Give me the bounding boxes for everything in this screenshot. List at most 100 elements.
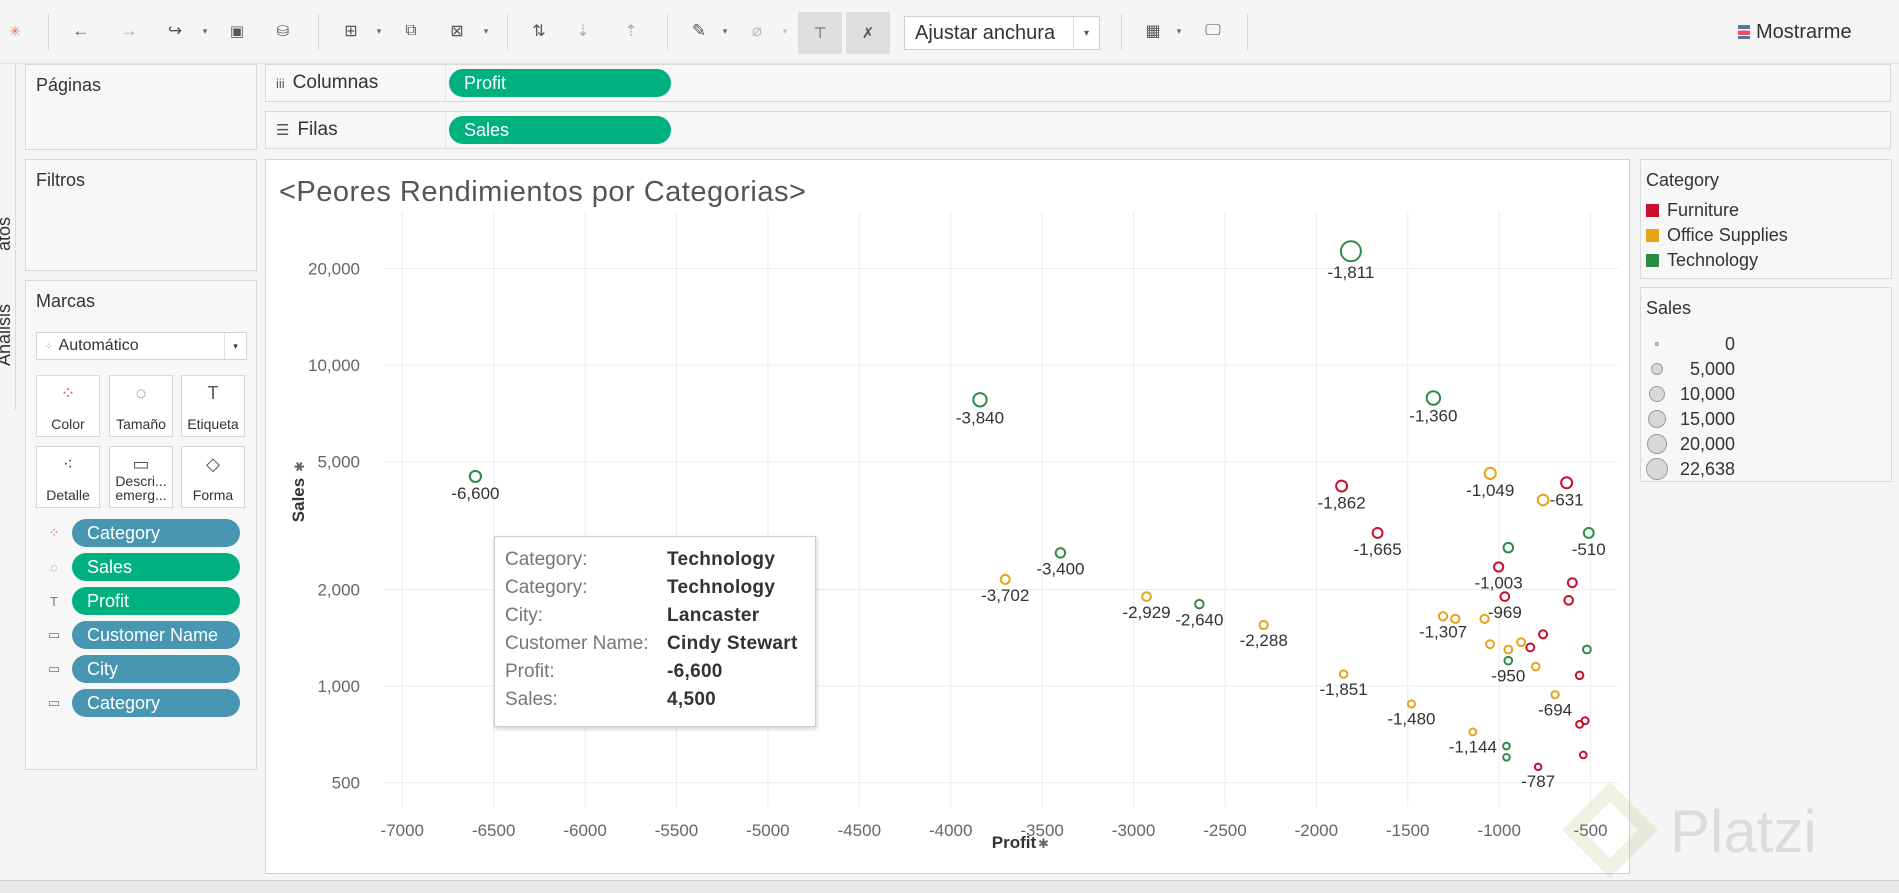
data-point [1582, 644, 1592, 655]
category-legend[interactable]: Category Furniture Office Supplies Technol… [1640, 159, 1892, 279]
mark-button-detail[interactable]: ⁖ Detalle [36, 446, 100, 508]
sort-ascending-icon[interactable]: ⇣ [570, 18, 596, 44]
label-icon[interactable]: T [46, 593, 62, 609]
undo-icon[interactable]: ← [68, 18, 94, 44]
sales-size-legend[interactable]: Sales 0 5,000 10,000 15,000 20,000 22,638 [1640, 287, 1892, 482]
show-me-button[interactable]: Mostrarme [1738, 18, 1852, 46]
rows-shelf[interactable]: ☰ Filas Sales [265, 111, 1891, 149]
mark-button-tooltip[interactable]: ▭ Descri... emerg... [109, 446, 173, 508]
pin-icon: ✱ [1038, 836, 1049, 851]
x-tick-label: -4500 [838, 821, 881, 840]
mark-button-color-dots[interactable]: ⁘ Color [36, 375, 100, 437]
tooltip-key: Sales: [505, 689, 558, 710]
marks-card: Marcas ⁘ Automático ▾ ⁘ Color ◌ Tamaño T Etiq… [25, 280, 257, 770]
save-icon[interactable]: ▣ [224, 18, 250, 44]
tooltip-key: Category: [505, 577, 588, 598]
show-me-icon [1738, 25, 1750, 39]
marks-field-pill[interactable]: Category [72, 519, 240, 547]
pages-shelf[interactable]: Páginas [25, 64, 257, 150]
redo-icon[interactable]: → [116, 18, 142, 44]
show-cards-icon[interactable]: ▦ [1140, 18, 1166, 44]
data-label: -1,049 [1466, 481, 1514, 500]
data-point [1339, 240, 1362, 263]
tableau-logo-icon[interactable]: ✳ [2, 18, 28, 44]
show-cards-dropdown-icon[interactable]: ▾ [1174, 24, 1184, 38]
data-label: -6,600 [451, 484, 499, 503]
new-datasource-icon[interactable]: ⛁ [270, 18, 296, 44]
rows-pill-sales[interactable]: Sales [449, 116, 671, 144]
legend-item[interactable]: Technology [1646, 248, 1758, 272]
tooltip-icon[interactable]: ▭ [46, 695, 62, 711]
size-legend-item[interactable]: 22,638 [1641, 457, 1891, 481]
size-legend-item[interactable]: 15,000 [1641, 407, 1891, 431]
size-legend-item[interactable]: 5,000 [1641, 357, 1891, 381]
marks-field-pill[interactable]: Category [72, 689, 240, 717]
data-point [1335, 479, 1349, 493]
marks-title: Marcas [36, 291, 96, 311]
mark-button-size[interactable]: ◌ Tamaño [109, 375, 173, 437]
size-icon[interactable]: ◌ [46, 559, 62, 575]
presentation-mode-icon[interactable]: 🖵 [1200, 18, 1226, 44]
tooltip-value: Technology [667, 549, 776, 570]
mark-button-shape[interactable]: ◇ Forma [181, 446, 245, 508]
data-point [1502, 541, 1515, 554]
group-dropdown-icon[interactable]: ▾ [780, 24, 790, 38]
mark-button-label: Descri... emerg... [115, 472, 167, 504]
tooltip-icon[interactable]: ▭ [46, 627, 62, 643]
x-tick-label: -6000 [563, 821, 606, 840]
columns-pill-profit[interactable]: Profit [449, 69, 671, 97]
data-point [1437, 611, 1449, 622]
fit-select[interactable]: Ajustar anchura ▾ [904, 16, 1100, 50]
duplicate-sheet-icon[interactable]: ⧉ [398, 18, 424, 44]
clear-sheet-dropdown-icon[interactable]: ▾ [481, 24, 491, 38]
data-label: -1,665 [1353, 540, 1401, 559]
size-legend-item[interactable]: 10,000 [1641, 382, 1891, 406]
chevron-down-icon[interactable]: ▾ [1073, 17, 1099, 49]
columns-shelf[interactable]: iii Columnas Profit [265, 64, 1891, 102]
mark-button-label[interactable]: T Etiqueta [181, 375, 245, 437]
show-mark-labels-icon[interactable]: ⊤ [798, 12, 842, 54]
data-point [1582, 527, 1595, 539]
sheet-tabs-bar[interactable] [0, 880, 1899, 893]
rows-shelf-label: ☰ Filas [266, 112, 446, 148]
new-worksheet-dropdown-icon[interactable]: ▾ [374, 24, 384, 38]
sales-legend-title: Sales [1646, 298, 1692, 318]
mark-type-select[interactable]: ⁘ Automático ▾ [36, 332, 247, 360]
data-point [1338, 669, 1349, 679]
platzi-watermark: Platzi [1560, 770, 1890, 880]
size-legend-item[interactable]: 20,000 [1641, 432, 1891, 456]
side-tab-analysis[interactable]: Análisis [0, 250, 16, 410]
legend-item[interactable]: Office Supplies [1646, 223, 1788, 247]
clear-sheet-icon[interactable]: ⊠ [444, 18, 470, 44]
data-point [1538, 629, 1549, 640]
replay-icon[interactable]: ↪ [162, 18, 188, 44]
data-point [1371, 527, 1384, 539]
marks-field-pill[interactable]: Profit [72, 587, 240, 615]
data-point [1493, 561, 1505, 573]
marks-field-pill[interactable]: City [72, 655, 240, 683]
y-tick-label: 10,000 [308, 356, 360, 375]
toolbar-separator [48, 14, 49, 50]
filters-shelf[interactable]: Filtros [25, 159, 257, 271]
chevron-down-icon[interactable]: ▾ [224, 333, 246, 359]
tooltip-icon[interactable]: ▭ [46, 661, 62, 677]
swap-rows-columns-icon[interactable]: ⇅ [526, 18, 552, 44]
legend-label: Office Supplies [1667, 224, 1788, 245]
toolbar-separator [1247, 14, 1248, 50]
x-tick-label: -2000 [1295, 821, 1338, 840]
side-tab-data[interactable]: Datos [0, 64, 16, 264]
new-worksheet-icon[interactable]: ⊞ [338, 18, 364, 44]
sort-descending-icon[interactable]: ⇡ [618, 18, 644, 44]
marks-field-pill[interactable]: Sales [72, 553, 240, 581]
side-tab-analysis-label: Análisis [0, 303, 14, 366]
fix-axes-icon[interactable]: ✗ [846, 12, 890, 54]
color-dots-icon[interactable]: ⁘ [46, 525, 62, 541]
highlight-icon[interactable]: ✎ [686, 18, 712, 44]
group-members-icon[interactable]: ⌀ [744, 18, 770, 44]
x-tick-label: -6500 [472, 821, 515, 840]
marks-field-pill[interactable]: Customer Name [72, 621, 240, 649]
highlight-dropdown-icon[interactable]: ▾ [720, 24, 730, 38]
legend-item[interactable]: Furniture [1646, 198, 1739, 222]
replay-dropdown-icon[interactable]: ▾ [200, 24, 210, 38]
size-legend-item[interactable]: 0 [1641, 332, 1891, 356]
